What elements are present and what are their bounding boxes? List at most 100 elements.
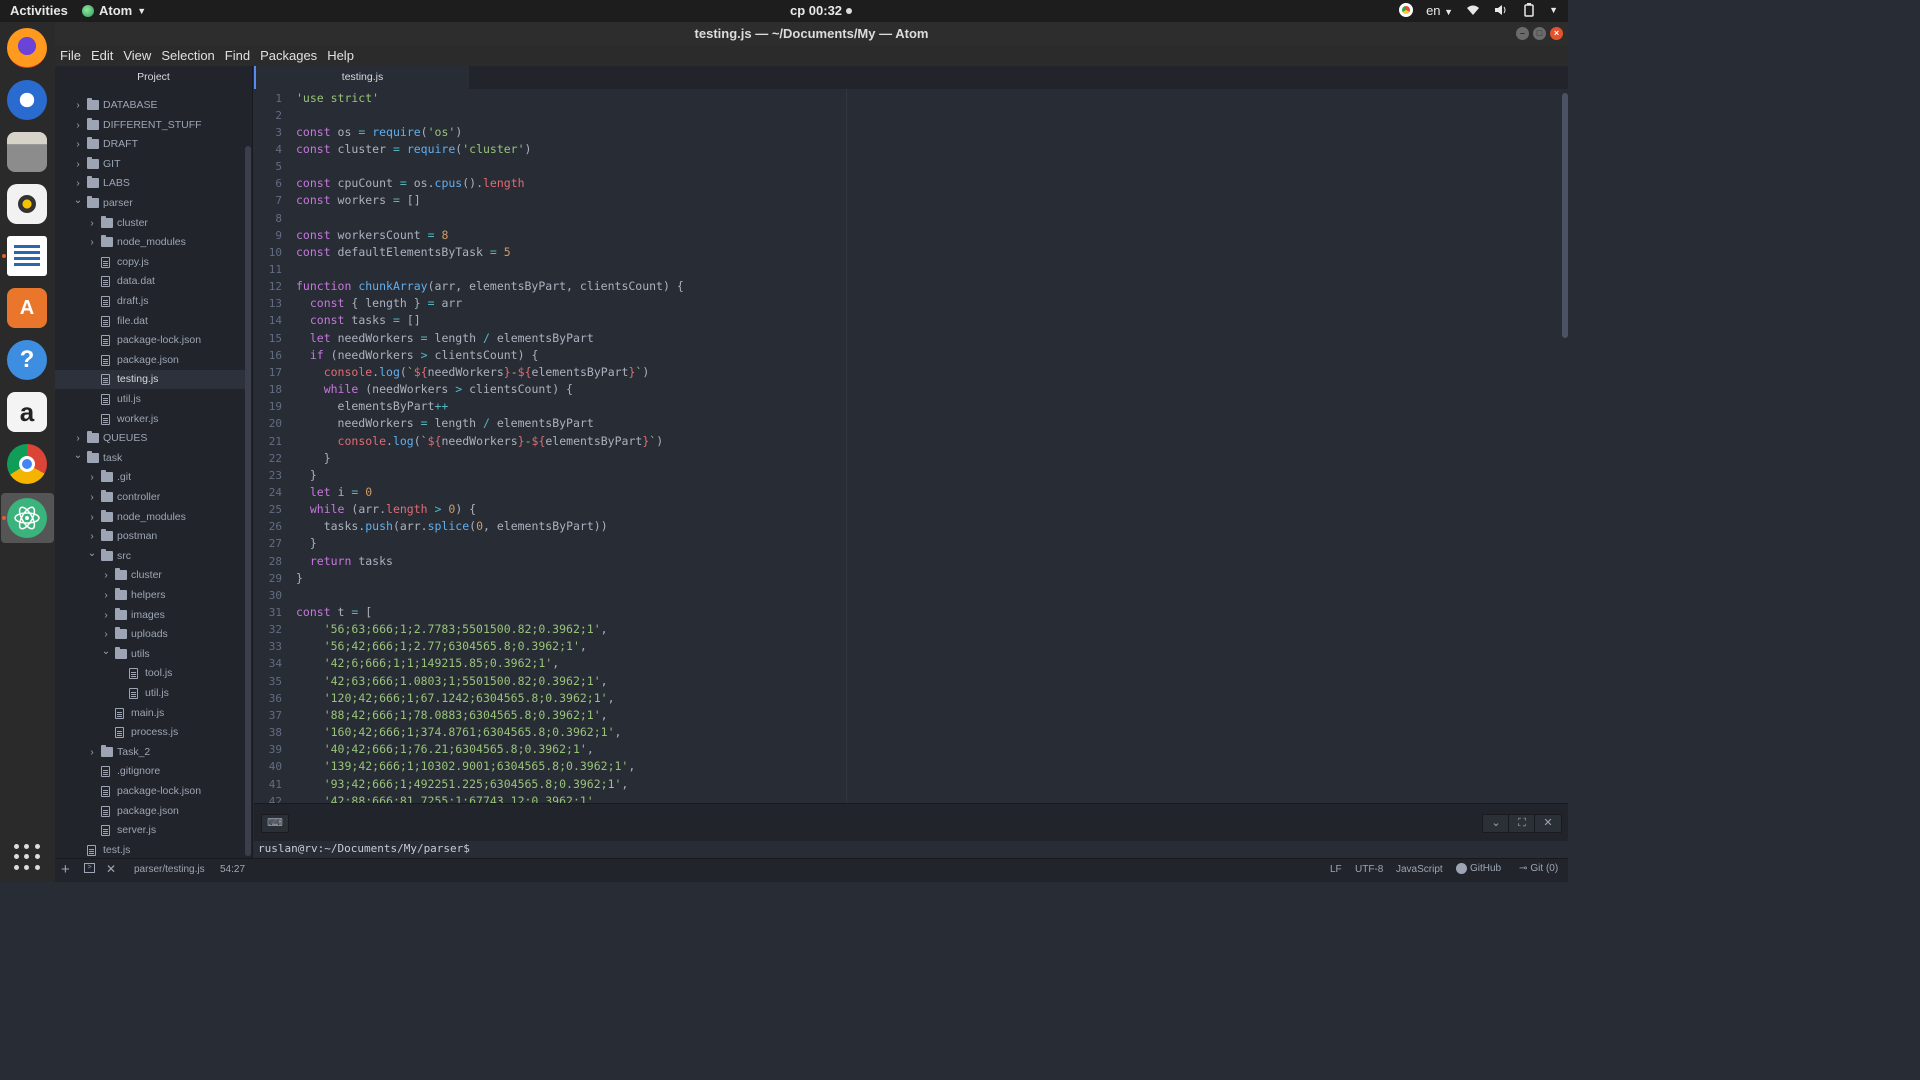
maximize-button[interactable]: □	[1533, 27, 1546, 40]
firefox-icon[interactable]	[7, 28, 47, 68]
editor-scrollbar[interactable]	[1562, 93, 1568, 338]
code-line[interactable]: const { length } = arr	[296, 295, 462, 312]
wifi-icon[interactable]	[1465, 2, 1481, 18]
tree-folder[interactable]: › node_modules	[55, 508, 245, 527]
code-line[interactable]: const os = require('os')	[296, 124, 462, 141]
code-line[interactable]: console.log(`${needWorkers}-${elementsBy…	[296, 364, 650, 381]
menu-file[interactable]: File	[55, 48, 86, 63]
menu-selection[interactable]: Selection	[156, 48, 219, 63]
menu-find[interactable]: Find	[220, 48, 255, 63]
tree-file[interactable]: tool.js	[55, 664, 245, 683]
chevron-right-icon[interactable]: ›	[87, 468, 97, 487]
code-editor[interactable]: 1 2 3 4 5 6 7 8 9 10 11 12 13 14 15 16 17 18 19 20 21 22 23 24 2…	[254, 89, 1568, 803]
atom-icon[interactable]	[7, 498, 47, 538]
app-menu-button[interactable]: Atom ▼	[82, 3, 146, 18]
minimize-button[interactable]: –	[1516, 27, 1529, 40]
chevron-right-icon[interactable]: ›	[101, 606, 111, 625]
code-line[interactable]: '40;42;666;1;76.21;6304565.8;0.3962;1',	[296, 741, 594, 758]
status-file-path[interactable]: parser/testing.js	[134, 864, 205, 875]
chevron-right-icon[interactable]: ›	[73, 135, 83, 154]
code-line[interactable]: '139;42;666;1;10302.9001;6304565.8;0.396…	[296, 758, 636, 775]
show-applications-icon[interactable]	[14, 844, 40, 870]
chevron-down-icon[interactable]: ▼	[1549, 5, 1558, 15]
chevron-right-icon[interactable]: ›	[73, 155, 83, 174]
terminal-list-icon[interactable]: >	[84, 863, 95, 873]
code-line[interactable]: '42;63;666;1.0803;1;5501500.82;0.3962;1'…	[296, 673, 608, 690]
code-line[interactable]: let needWorkers = length / elementsByPar…	[296, 330, 594, 347]
code-line[interactable]: const workers = []	[296, 192, 421, 209]
menu-edit[interactable]: Edit	[86, 48, 118, 63]
code-line[interactable]: const tasks = []	[296, 312, 421, 329]
tree-folder[interactable]: › GIT	[55, 155, 245, 174]
code-line[interactable]: '160;42;666;1;374.8761;6304565.8;0.3962;…	[296, 724, 622, 741]
chevron-down-icon[interactable]: ⌄	[73, 446, 83, 465]
chevron-right-icon[interactable]: ›	[87, 743, 97, 762]
tree-file[interactable]: worker.js	[55, 410, 245, 429]
language-indicator[interactable]: en ▼	[1426, 3, 1453, 18]
tree-file[interactable]: main.js	[55, 704, 245, 723]
power-icon[interactable]	[1521, 2, 1537, 18]
code-line[interactable]: 'use strict'	[296, 90, 379, 107]
tree-folder[interactable]: › images	[55, 606, 245, 625]
code-line[interactable]: const cluster = require('cluster')	[296, 141, 531, 158]
code-line[interactable]: }	[296, 467, 317, 484]
code-line[interactable]: if (needWorkers > clientsCount) {	[296, 347, 539, 364]
status-grammar[interactable]: JavaScript	[1396, 864, 1443, 875]
rhythmbox-icon[interactable]	[7, 184, 47, 224]
tree-file[interactable]: .gitignore	[55, 762, 245, 781]
tree-file[interactable]: draft.js	[55, 292, 245, 311]
tree-folder[interactable]: ⌄ utils	[55, 645, 245, 664]
chevron-right-icon[interactable]: ›	[87, 488, 97, 507]
menu-view[interactable]: View	[118, 48, 156, 63]
tree-folder[interactable]: › controller	[55, 488, 245, 507]
github-button[interactable]: GitHub	[1456, 863, 1501, 874]
tree-scrollbar[interactable]	[245, 146, 251, 856]
code-line[interactable]: const defaultElementsByTask = 5	[296, 244, 511, 261]
tree-folder[interactable]: › cluster	[55, 214, 245, 233]
code-line[interactable]: '42;6;666;1;1;149215.85;0.3962;1',	[296, 655, 559, 672]
amazon-icon[interactable]: a	[7, 392, 47, 432]
code-line[interactable]: }	[296, 570, 303, 587]
tree-file[interactable]: copy.js	[55, 253, 245, 272]
help-icon[interactable]: ?	[7, 340, 47, 380]
chevron-down-icon[interactable]: ⌄	[73, 191, 83, 210]
code-line[interactable]: '56;42;666;1;2.77;6304565.8;0.3962;1',	[296, 638, 587, 655]
tree-folder[interactable]: ⌄ task	[55, 449, 245, 468]
code-line[interactable]: tasks.push(arr.splice(0, elementsByPart)…	[296, 518, 608, 535]
maximize-panel-icon[interactable]: ⛶	[1508, 814, 1536, 833]
code-line[interactable]: function chunkArray(arr, elementsByPart,…	[296, 278, 684, 295]
code-line[interactable]: }	[296, 535, 317, 552]
status-cursor-position[interactable]: 54:27	[220, 864, 245, 875]
menu-packages[interactable]: Packages	[255, 48, 322, 63]
menu-help[interactable]: Help	[322, 48, 359, 63]
tree-folder[interactable]: › DRAFT	[55, 135, 245, 154]
code-line[interactable]: '120;42;666;1;67.1242;6304565.8;0.3962;1…	[296, 690, 615, 707]
libreoffice-writer-icon[interactable]	[7, 236, 47, 276]
git-button[interactable]: ⊸ Git (0)	[1519, 863, 1558, 874]
tree-folder[interactable]: › Task_2	[55, 743, 245, 762]
code-line[interactable]: }	[296, 450, 331, 467]
status-line-ending[interactable]: LF	[1330, 864, 1342, 875]
code-line[interactable]: elementsByPart++	[296, 398, 449, 415]
code-line[interactable]: const t = [	[296, 604, 372, 621]
chevron-right-icon[interactable]: ›	[101, 586, 111, 605]
tree-folder[interactable]: › .git	[55, 468, 245, 487]
code-line[interactable]: const workersCount = 8	[296, 227, 448, 244]
tree-file[interactable]: package-lock.json	[55, 331, 245, 350]
tree-folder[interactable]: › LABS	[55, 174, 245, 193]
chevron-right-icon[interactable]: ›	[73, 116, 83, 135]
code-line[interactable]: needWorkers = length / elementsByPart	[296, 415, 594, 432]
code-lines[interactable]: 'use strict' const os = require('os') cons…	[296, 89, 1546, 804]
tree-folder[interactable]: › cluster	[55, 566, 245, 585]
code-line[interactable]: while (needWorkers > clientsCount) {	[296, 381, 573, 398]
tree-file[interactable]: data.dat	[55, 272, 245, 291]
software-center-icon[interactable]: A	[7, 288, 47, 328]
volume-icon[interactable]	[1493, 2, 1509, 18]
activities-button[interactable]: Activities	[10, 3, 68, 18]
tree-folder[interactable]: ⌄ parser	[55, 194, 245, 213]
code-line[interactable]: while (arr.length > 0) {	[296, 501, 476, 518]
tree-folder[interactable]: › DIFFERENT_STUFF	[55, 116, 245, 135]
chevron-right-icon[interactable]: ›	[87, 233, 97, 252]
code-line[interactable]: '56;63;666;1;2.7783;5501500.82;0.3962;1'…	[296, 621, 608, 638]
hide-panel-chevron-icon[interactable]: ⌄	[1482, 814, 1510, 833]
